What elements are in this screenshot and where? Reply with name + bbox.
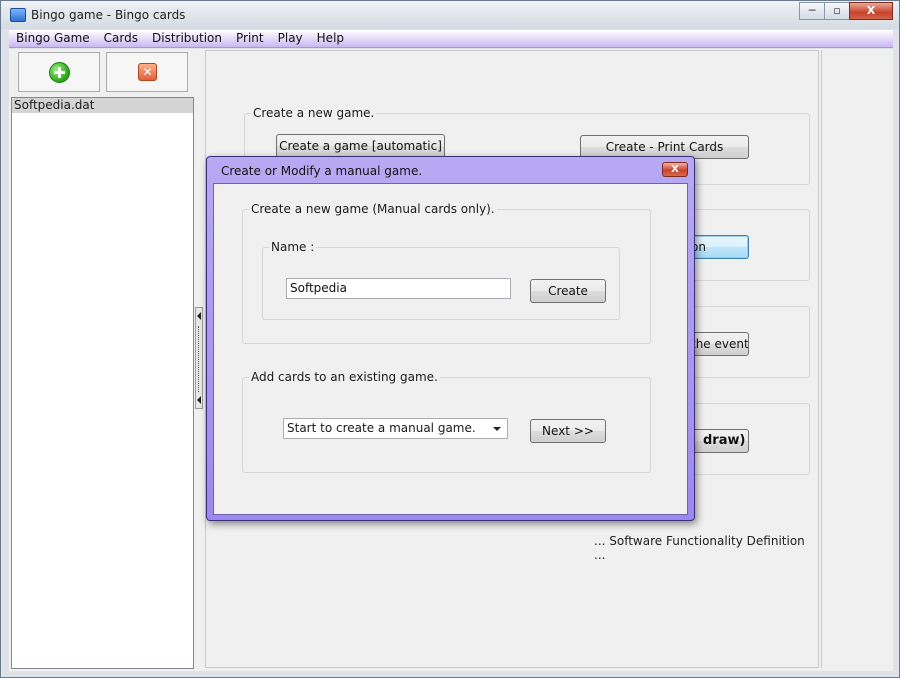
- existing-game-select-value: Start to create a manual game.: [287, 421, 476, 435]
- list-item[interactable]: Softpedia.dat: [12, 98, 193, 113]
- chevron-down-icon: [493, 427, 501, 431]
- grip-dots: [198, 326, 200, 392]
- add-cards-group: Add cards to an existing game. Start to …: [242, 370, 651, 473]
- add-game-button[interactable]: [18, 52, 100, 92]
- title-bar[interactable]: Bingo game - Bingo cards ─ ▫ X: [1, 1, 899, 29]
- manual-new-game-group: Create a new game (Manual cards only). N…: [242, 202, 651, 344]
- create-game-automatic-button[interactable]: Create a game [automatic]: [276, 134, 445, 158]
- menu-cards[interactable]: Cards: [97, 30, 145, 47]
- add-icon: [49, 62, 70, 83]
- collapse-arrow-icon[interactable]: [197, 312, 201, 320]
- delete-icon: ✕: [138, 63, 157, 81]
- menu-play[interactable]: Play: [271, 30, 310, 47]
- next-button[interactable]: Next >>: [530, 419, 606, 443]
- footer-text: ... Software Functionality Definition ..…: [594, 534, 805, 562]
- create-button[interactable]: Create: [530, 279, 606, 303]
- name-input[interactable]: Softpedia: [286, 278, 511, 299]
- dialog-close-button[interactable]: X: [662, 162, 688, 177]
- game-file-list[interactable]: Softpedia.dat: [11, 97, 194, 669]
- menu-bar: Bingo Game Cards Distribution Print Play…: [9, 30, 893, 48]
- close-button[interactable]: X: [849, 2, 893, 20]
- name-group: Name : Softpedia Create: [262, 240, 620, 320]
- maximize-button[interactable]: ▫: [824, 2, 850, 20]
- dialog-title: Create or Modify a manual game.: [221, 164, 423, 178]
- menu-help[interactable]: Help: [310, 30, 351, 47]
- name-label: Name :: [269, 240, 317, 254]
- new-game-group-label: Create a new game.: [251, 106, 377, 120]
- minimize-button[interactable]: ─: [799, 2, 825, 20]
- existing-game-select[interactable]: Start to create a manual game.: [283, 418, 508, 439]
- manual-game-dialog: Create or Modify a manual game. X Create…: [206, 156, 695, 521]
- app-icon: [10, 8, 26, 22]
- app-window: Bingo game - Bingo cards ─ ▫ X Bingo Gam…: [0, 0, 900, 678]
- right-panel: [821, 50, 891, 668]
- menu-distribution[interactable]: Distribution: [145, 30, 229, 47]
- dialog-body: Create a new game (Manual cards only). N…: [213, 183, 688, 515]
- panel-splitter[interactable]: [195, 307, 203, 409]
- window-title: Bingo game - Bingo cards: [31, 8, 186, 22]
- collapse-arrow-icon-bottom[interactable]: [197, 396, 201, 404]
- menu-bingo-game[interactable]: Bingo Game: [9, 30, 97, 47]
- delete-game-button[interactable]: ✕: [106, 52, 188, 92]
- window-controls: ─ ▫ X: [799, 2, 893, 20]
- menu-print[interactable]: Print: [229, 30, 271, 47]
- left-panel: ✕ Softpedia.dat: [10, 50, 194, 669]
- add-cards-label: Add cards to an existing game.: [249, 370, 440, 384]
- manual-new-game-label: Create a new game (Manual cards only).: [249, 202, 497, 216]
